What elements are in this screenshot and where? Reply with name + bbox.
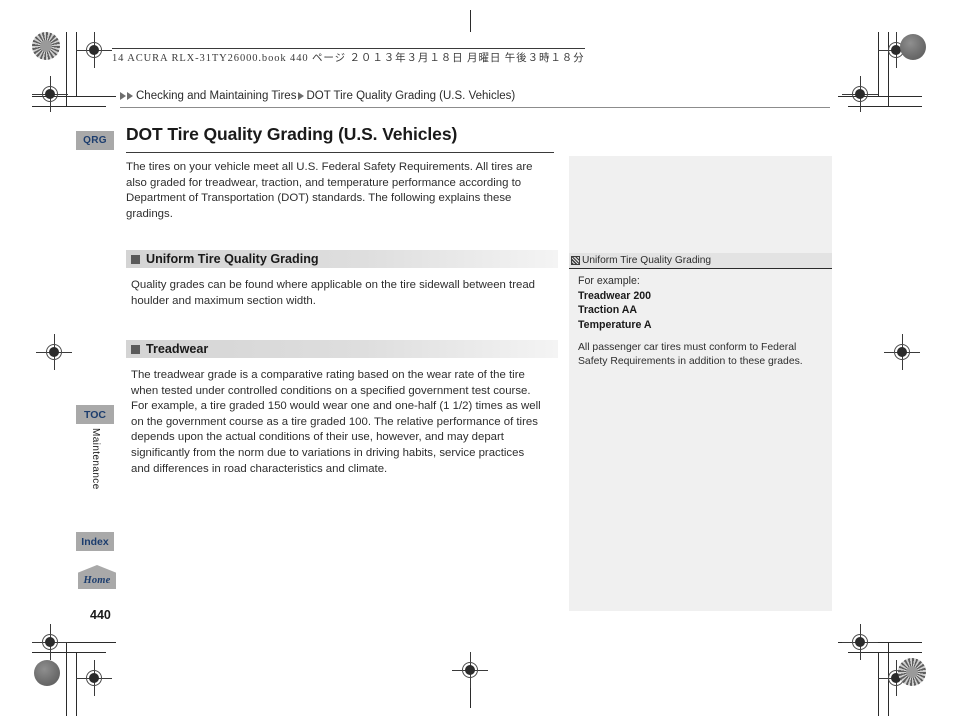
page-title: DOT Tire Quality Grading (U.S. Vehicles) (126, 124, 554, 153)
registration-target (76, 660, 112, 696)
density-dot (34, 660, 60, 686)
section-body-uniform-tire-quality-grading: Quality grades can be found where applic… (131, 279, 535, 307)
registration-target (76, 32, 112, 68)
side-note-example-label: For example: (578, 275, 640, 287)
home-button-label: Home (83, 575, 111, 586)
side-note-footnote: All passenger car tires must conform to … (578, 342, 803, 368)
print-file-header-text: 14 ACURA RLX-31TY26000.book 440 ページ ２０１３… (112, 48, 585, 65)
square-bullet-icon (131, 254, 140, 264)
lead-paragraph: The tires on your vehicle meet all U.S. … (126, 161, 533, 220)
triangle-right-icon (298, 92, 305, 100)
density-dot (900, 34, 926, 60)
print-file-header: 14 ACURA RLX-31TY26000.book 440 ページ ２０１３… (112, 48, 585, 65)
square-bullet-icon (131, 344, 140, 354)
section-heading-treadwear: Treadwear (126, 340, 558, 358)
hatched-square-icon (571, 256, 580, 265)
breadcrumb-level-1[interactable]: Checking and Maintaining Tires (136, 90, 296, 102)
side-note-body: For example: Treadwear 200 Traction AA T… (578, 274, 824, 332)
section-heading-uniform-tire-quality-grading: Uniform Tire Quality Grading (126, 250, 558, 268)
page-number: 440 (90, 608, 111, 622)
chapter-tab-maintenance[interactable]: Maintenance (90, 428, 101, 490)
registration-target (884, 334, 920, 370)
home-button[interactable]: Home (78, 565, 116, 589)
registration-target (842, 624, 878, 660)
side-note-heading-label: Uniform Tire Quality Grading (582, 255, 712, 266)
color-registration-rosette (898, 658, 926, 686)
qrg-button[interactable]: QRG (76, 131, 114, 150)
side-note-item: Traction AA (578, 304, 638, 317)
registration-target (32, 76, 68, 112)
side-note-item: Treadwear 200 (578, 289, 652, 302)
side-note-heading: Uniform Tire Quality Grading (569, 253, 832, 269)
registration-target (36, 334, 72, 370)
breadcrumb: Checking and Maintaining Tires DOT Tire … (120, 90, 830, 108)
registration-target (842, 76, 878, 112)
registration-target (452, 652, 488, 688)
registration-target (32, 624, 68, 660)
color-registration-rosette (32, 32, 60, 60)
index-button[interactable]: Index (76, 532, 114, 551)
crop-line (470, 686, 472, 708)
side-note-panel (569, 156, 832, 611)
triangle-right-icon (120, 92, 126, 100)
triangle-right-icon (127, 92, 133, 100)
side-note-item: Temperature A (578, 318, 652, 331)
toc-button[interactable]: TOC (76, 405, 114, 424)
section-heading-label: Uniform Tire Quality Grading (146, 252, 319, 266)
breadcrumb-level-2[interactable]: DOT Tire Quality Grading (U.S. Vehicles) (306, 90, 515, 102)
crop-line (470, 10, 472, 32)
section-body-treadwear: The treadwear grade is a comparative rat… (131, 369, 541, 475)
section-heading-label: Treadwear (146, 342, 209, 356)
